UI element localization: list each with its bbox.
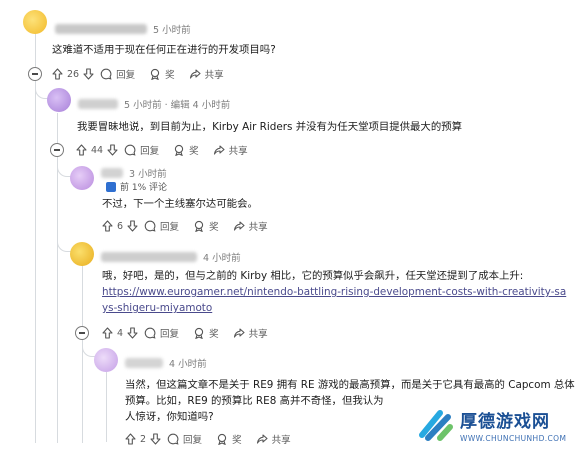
share-button[interactable]: 共享 bbox=[233, 219, 268, 233]
reply-button[interactable]: 回复 bbox=[124, 143, 159, 157]
award-button[interactable]: 奖 bbox=[149, 67, 175, 81]
comment-meta: 5 小时前 · 编辑 4 小时前 bbox=[78, 97, 230, 111]
reply-button[interactable]: 回复 bbox=[144, 219, 179, 233]
comment-icon bbox=[144, 220, 156, 232]
award-icon bbox=[193, 327, 205, 339]
avatar[interactable] bbox=[70, 166, 94, 190]
share-button[interactable]: 共享 bbox=[213, 143, 248, 157]
avatar[interactable] bbox=[23, 10, 47, 34]
site-watermark: 厚德游戏网 WWW.CHUNCHUNHD.COM bbox=[412, 398, 584, 451]
username-blurred[interactable] bbox=[101, 252, 197, 262]
vote-count: 44 bbox=[91, 144, 104, 156]
share-icon bbox=[256, 433, 268, 445]
upvote-icon[interactable] bbox=[76, 144, 87, 156]
downvote-icon[interactable] bbox=[150, 433, 161, 445]
downvote-icon[interactable] bbox=[107, 144, 118, 156]
share-button[interactable]: 共享 bbox=[233, 326, 268, 340]
comment-meta: 5 小时前 bbox=[55, 22, 191, 36]
vote-count: 2 bbox=[140, 433, 147, 445]
comment-time: 5 小时前 bbox=[153, 25, 191, 36]
avatar[interactable] bbox=[94, 348, 118, 372]
award-icon bbox=[193, 220, 205, 232]
comment-icon bbox=[100, 68, 112, 80]
share-icon bbox=[189, 68, 201, 80]
award-button[interactable]: 奖 bbox=[216, 432, 242, 446]
award-icon bbox=[173, 144, 185, 156]
share-icon bbox=[233, 220, 245, 232]
vote-count: 26 bbox=[67, 68, 80, 80]
comment-body: 哦，好吧，是的，但与之前的 Kirby 相比，它的预算似乎会飙升，任天堂还提到了… bbox=[102, 270, 567, 314]
thread-elbow-c3 bbox=[57, 163, 71, 177]
comment-body: 这难道不适用于现在任何正在进行的开发项目吗? bbox=[52, 44, 276, 56]
username-blurred[interactable] bbox=[55, 24, 147, 34]
comment-actions: 6 回复 奖 共享 bbox=[102, 219, 282, 233]
avatar[interactable] bbox=[70, 242, 94, 266]
collapse-icon[interactable] bbox=[75, 326, 89, 340]
comment-icon bbox=[124, 144, 136, 156]
share-button[interactable]: 共享 bbox=[256, 432, 291, 446]
comment-actions: 4 回复 奖 共享 bbox=[102, 326, 282, 340]
username-blurred[interactable] bbox=[78, 99, 118, 109]
watermark-url: WWW.CHUNCHUNHD.COM bbox=[460, 433, 567, 443]
watermark-logo-icon bbox=[418, 407, 454, 443]
upvote-icon[interactable] bbox=[102, 327, 113, 339]
award-button[interactable]: 奖 bbox=[193, 219, 219, 233]
comment-icon bbox=[167, 433, 179, 445]
comment-actions: 44 回复 奖 共享 bbox=[76, 143, 262, 157]
username-blurred[interactable] bbox=[101, 168, 123, 178]
comment-body: 我要冒昧地说，到目前为止，Kirby Air Riders 并没有为任天堂项目提… bbox=[77, 121, 462, 133]
watermark-title: 厚德游戏网 bbox=[460, 411, 550, 432]
downvote-icon[interactable] bbox=[127, 327, 138, 339]
share-button[interactable]: 共享 bbox=[189, 67, 224, 81]
comment-meta: 4 小时前 bbox=[125, 356, 207, 370]
collapse-icon[interactable] bbox=[50, 143, 64, 157]
reply-button[interactable]: 回复 bbox=[100, 67, 135, 81]
award-icon bbox=[149, 68, 161, 80]
upvote-icon[interactable] bbox=[52, 68, 63, 80]
avatar[interactable] bbox=[47, 88, 71, 112]
comment-actions: 26 回复 奖 共享 bbox=[52, 67, 238, 81]
thread-elbow-c4 bbox=[57, 238, 71, 252]
comment-icon bbox=[144, 327, 156, 339]
user-flair: 前 1% 评论 bbox=[106, 180, 167, 193]
reply-button[interactable]: 回复 bbox=[144, 326, 179, 340]
comment-meta: 4 小时前 bbox=[101, 250, 241, 264]
flair-badge-icon bbox=[106, 181, 116, 192]
share-icon bbox=[213, 144, 225, 156]
comment-time: 4 小时前 bbox=[203, 253, 241, 264]
thread-line-c5 bbox=[106, 372, 107, 442]
username-blurred[interactable] bbox=[125, 358, 163, 368]
comment-time: 3 小时前 bbox=[129, 169, 167, 180]
upvote-icon[interactable] bbox=[125, 433, 136, 445]
article-link[interactable]: https://www.eurogamer.net/nintendo-battl… bbox=[102, 286, 566, 314]
comment-time: 5 小时前 · 编辑 4 小时前 bbox=[124, 100, 231, 111]
vote-count: 6 bbox=[117, 220, 124, 232]
comment-meta: 3 小时前 bbox=[101, 166, 167, 180]
comment-body: 不过，下一个主线塞尔达可能会。 bbox=[102, 198, 258, 210]
vote-count: 4 bbox=[117, 327, 124, 339]
downvote-icon[interactable] bbox=[83, 68, 94, 80]
reply-button[interactable]: 回复 bbox=[167, 432, 202, 446]
comment-actions: 2 回复 奖 共享 bbox=[125, 432, 305, 446]
award-icon bbox=[216, 433, 228, 445]
award-button[interactable]: 奖 bbox=[193, 326, 219, 340]
downvote-icon[interactable] bbox=[127, 220, 138, 232]
share-icon bbox=[233, 327, 245, 339]
collapse-icon[interactable] bbox=[28, 67, 42, 81]
upvote-icon[interactable] bbox=[102, 220, 113, 232]
award-button[interactable]: 奖 bbox=[173, 143, 199, 157]
thread-line-c4 bbox=[82, 265, 83, 443]
comment-time: 4 小时前 bbox=[169, 359, 207, 370]
